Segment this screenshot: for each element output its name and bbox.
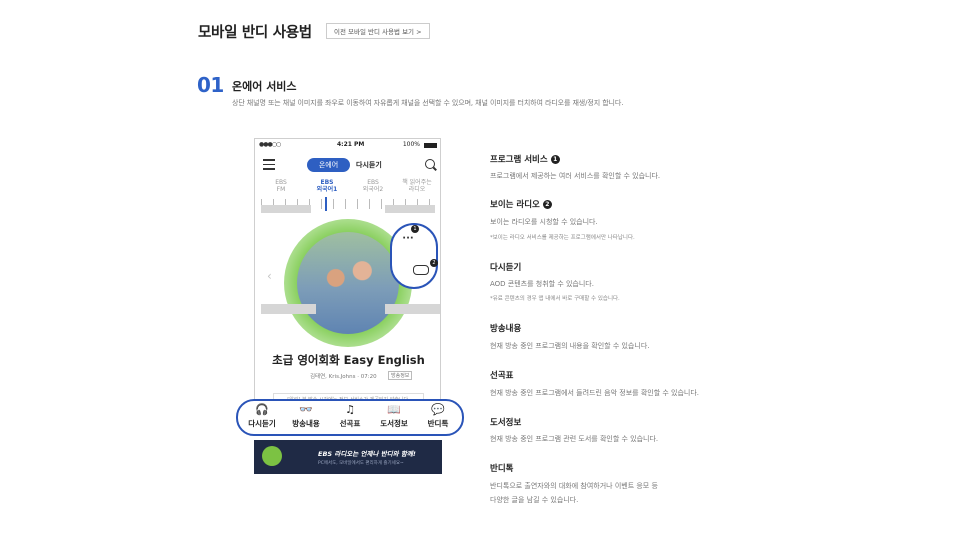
channel-label: 라디오 (408, 186, 426, 193)
battery-icon (424, 143, 437, 148)
section-number: 01 (197, 73, 224, 97)
feature-title: 방송내용 (490, 324, 522, 334)
search-icon[interactable] (425, 159, 435, 169)
headphones-icon: 🎧 (255, 403, 269, 416)
nav-playlist[interactable]: ♫ 선곡표 (328, 402, 372, 429)
badge-1: 1 (411, 225, 419, 233)
chevron-left-icon[interactable]: ‹ (267, 269, 272, 283)
channel-label: 외국어1 (316, 186, 338, 193)
more-icon[interactable]: ··· (398, 233, 418, 249)
nav-bandi-talk[interactable]: 💬 반디톡 (416, 402, 460, 429)
tuner-needle (325, 197, 327, 211)
status-bar: ●●●○○ 4:21 PM 100% (255, 141, 440, 151)
program-info-chip[interactable]: 방송정보 (388, 371, 413, 380)
nav-book-info[interactable]: 📖 도서정보 (372, 402, 416, 429)
channel-label: 외국어2 (362, 186, 384, 193)
tab-onair[interactable]: 온에어 (307, 158, 350, 172)
feature-badge: 1 (550, 155, 560, 164)
feature-desc: 현재 방송 중인 프로그램에서 들려드린 음악 정보를 확인할 수 있습니다. (490, 389, 700, 397)
channel-label: EBS (275, 179, 287, 186)
feature-title: 보이는 라디오 2 (490, 198, 552, 210)
banner-text: EBS 라디오는 언제나 반디와 함께! (318, 450, 416, 458)
nav-label: 다시듣기 (248, 419, 276, 428)
bandi-mascot-icon (262, 446, 282, 466)
feature-title: 프로그램 서비스 1 (490, 153, 560, 165)
music-note-icon: ♫ (345, 403, 355, 416)
nav-label: 도서정보 (380, 419, 408, 428)
section-description: 상단 채널명 또는 채널 이미지를 좌우로 이동하여 자유롭게 채널을 선택할 … (232, 99, 624, 107)
feature-badge: 2 (542, 200, 552, 209)
feature-note: *유료 콘텐츠의 경우 앱 내에서 바로 구매할 수 있습니다. (490, 296, 620, 302)
feature-title-text: 프로그램 서비스 (490, 155, 548, 165)
feature-note: *보이는 라디오 서비스를 제공하는 프로그램에서만 나타납니다. (490, 235, 635, 241)
feature-desc: 반디톡으로 출연자와의 대화에 참여하거나 이벤트 응모 등 (490, 482, 658, 490)
nav-label: 반디톡 (427, 419, 449, 428)
book-icon: 📖 (387, 403, 401, 416)
phone-mockup: ●●●○○ 4:21 PM 100% 온에어 다시듣기 EBS FM EBS 외… (254, 138, 441, 430)
glasses-icon: 👓 (299, 403, 313, 416)
channel-label: EBS (320, 179, 334, 186)
program-host: 김태연, Kris.Johns · 07:20 (310, 374, 377, 380)
program-title: 초급 영어회화 Easy English (272, 353, 425, 367)
prev-guide-link[interactable]: 이전 모바일 반디 사용법 보기 > (326, 23, 430, 39)
battery-text: 100% (402, 141, 420, 148)
feature-title: 반디톡 (490, 464, 514, 474)
tab-replay[interactable]: 다시듣기 (356, 158, 382, 172)
section-title: 온에어 서비스 (232, 80, 297, 93)
badge-2: 2 (430, 259, 438, 267)
nav-label: 선곡표 (339, 419, 361, 428)
feature-desc: 보이는 라디오를 시청할 수 있습니다. (490, 218, 598, 226)
nav-broadcast-content[interactable]: 👓 방송내용 (284, 402, 328, 429)
channel-ebs-fm[interactable]: EBS FM (263, 179, 299, 193)
menu-icon[interactable] (263, 159, 275, 173)
banner-subtext: PC에서도, 모바일에서도 편리하게 즐기세요~ (318, 461, 404, 466)
channel-ebs-foreign1[interactable]: EBS 외국어1 (307, 179, 347, 193)
feature-title: 도서정보 (490, 418, 522, 428)
left-arrow-hint (261, 205, 311, 213)
channel-label: 책 읽어주는 (402, 179, 432, 186)
channel-label: EBS (367, 179, 379, 186)
chat-icon: 💬 (431, 403, 445, 416)
feature-desc: 현재 방송 중인 프로그램의 내용을 확인할 수 있습니다. (490, 342, 650, 350)
feature-desc: 현재 방송 중인 프로그램 관련 도서를 확인할 수 있습니다. (490, 435, 659, 443)
feature-desc: AOD 콘텐츠를 청취할 수 있습니다. (490, 280, 594, 288)
nav-replay[interactable]: 🎧 다시듣기 (240, 402, 284, 429)
swipe-right-arrow (385, 304, 440, 314)
status-time: 4:21 PM (337, 141, 365, 148)
channel-ebs-foreign2[interactable]: EBS 외국어2 (353, 179, 393, 193)
channel-label: FM (276, 186, 286, 193)
signal-icon: ●●●○○ (259, 141, 281, 148)
feature-desc-cont: 다양한 글을 남길 수 있습니다. (490, 496, 579, 504)
app-topbar: 온에어 다시듣기 (255, 155, 440, 175)
feature-title: 다시듣기 (490, 263, 522, 273)
page-title: 모바일 반디 사용법 (198, 25, 312, 41)
feature-title-text: 보이는 라디오 (490, 200, 540, 210)
feature-desc: 프로그램에서 제공하는 여러 서비스를 확인할 수 있습니다. (490, 172, 661, 180)
channel-image[interactable] (297, 232, 399, 334)
visible-radio-icon[interactable] (413, 265, 429, 275)
nav-label: 방송내용 (292, 419, 320, 428)
swipe-left-arrow (261, 304, 316, 314)
promo-banner[interactable]: EBS 라디오는 언제나 반디와 함께! PC에서도, 모바일에서도 편리하게 … (254, 440, 442, 474)
right-arrow-hint (385, 205, 435, 213)
channel-book-radio[interactable]: 책 읽어주는 라디오 (393, 179, 440, 193)
feature-title: 선곡표 (490, 371, 514, 381)
